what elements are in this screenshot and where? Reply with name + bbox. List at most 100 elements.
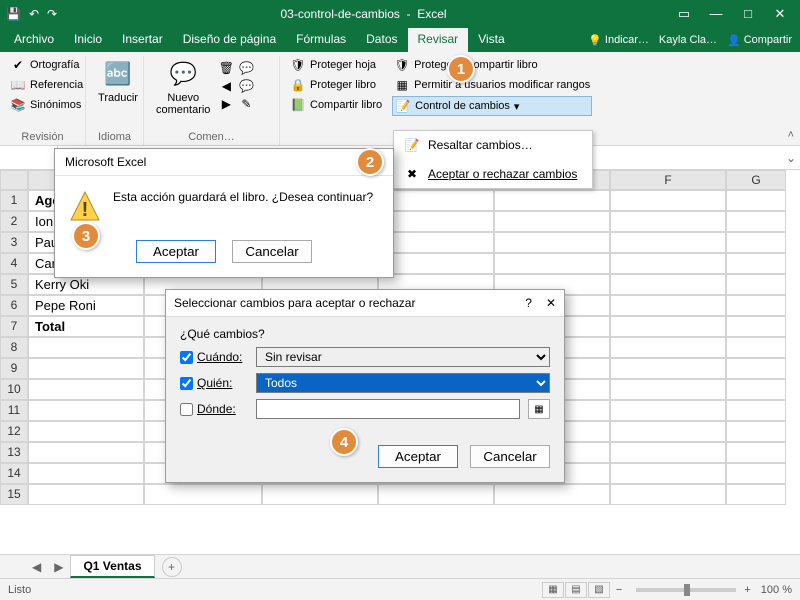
file-name: 03-control-de-cambios [281,7,400,21]
show-comment-icon[interactable]: 💬 [238,60,254,76]
row-header[interactable]: 2 [0,211,28,232]
col-header-f[interactable]: F [610,170,726,190]
protect-share-button[interactable]: 🛡 Proteger y compartir libro [392,56,592,74]
tab-view[interactable]: Vista [468,28,514,52]
row-header[interactable]: 13 [0,442,28,463]
sheet-next-icon[interactable]: ▶ [48,560,69,574]
show-ink-icon[interactable]: ✎ [238,96,254,112]
delete-comment-icon[interactable]: 🗑 [218,60,234,76]
sheet-prev-icon[interactable]: ◀ [26,560,47,574]
when-select[interactable]: Sin revisar [256,347,550,367]
allow-ranges-button[interactable]: ▦Permitir a usuarios modificar rangos [392,76,592,94]
row-header[interactable]: 6 [0,295,28,316]
view-layout-icon[interactable]: ▤ [565,582,587,598]
spelling-button[interactable]: ✔ Ortografía [8,56,85,74]
highlight-changes-item[interactable]: 📝 Resaltar cambios… [394,131,592,159]
spelling-icon: ✔ [10,57,26,73]
save-icon[interactable]: 💾 [6,7,21,21]
zoom-out-icon[interactable]: − [616,584,622,596]
tab-review[interactable]: Revisar [408,28,469,52]
zoom-level[interactable]: 100 % [761,584,792,596]
who-checkbox[interactable]: Quién: [180,376,248,390]
who-label: Quién: [197,376,232,390]
track-changes-button[interactable]: 📝Control de cambios ▾ [392,96,592,116]
redo-icon[interactable]: ↷ [47,7,57,21]
name-box[interactable] [0,146,58,169]
bulb-icon: 💡 [588,34,602,47]
row-header[interactable]: 9 [0,358,28,379]
share-button[interactable]: 👤Compartir [727,34,792,47]
protect-share-label: Proteger y compartir libro [414,59,538,71]
when-checkbox[interactable]: Cuándo: [180,350,248,364]
row-header[interactable]: 11 [0,400,28,421]
cell[interactable]: Total [28,316,144,337]
close-dialog-icon[interactable]: ✕ [546,296,556,310]
row-header[interactable]: 1 [0,190,28,211]
maximize-icon[interactable]: □ [734,6,762,22]
new-comment-label: Nuevo comentario [156,92,210,116]
undo-icon[interactable]: ↶ [29,7,39,21]
translate-button[interactable]: 🔤 Traducir [94,56,142,106]
row-header[interactable]: 7 [0,316,28,337]
expand-formula-icon[interactable]: ⌄ [782,151,800,165]
row-header[interactable]: 12 [0,421,28,442]
new-comment-button[interactable]: 💬 Nuevo comentario [152,56,214,118]
minimize-icon[interactable]: — [702,6,730,22]
tab-layout[interactable]: Diseño de página [173,28,286,52]
thesaurus-icon: 📚 [10,97,26,113]
zoom-in-icon[interactable]: + [744,584,750,596]
row-header[interactable]: 5 [0,274,28,295]
dialog2-accept-button[interactable]: Aceptar [378,445,458,468]
where-checkbox[interactable]: Dónde: [180,402,248,416]
dialog2-cancel-button[interactable]: Cancelar [470,445,550,468]
share-book-button[interactable]: 📗Compartir libro [288,96,384,114]
collapse-ribbon-icon[interactable]: ˄ [788,129,794,141]
view-normal-icon[interactable]: ▦ [542,582,564,598]
tab-data[interactable]: Datos [356,28,407,52]
col-header-g[interactable]: G [726,170,786,190]
accept-reject-item[interactable]: ✖Aceptar o rechazar cambios [394,159,592,188]
accept-button[interactable]: Aceptar [136,240,216,263]
dialog-message: Esta acción guardará el libro. ¿Desea co… [113,190,373,204]
select-changes-dialog: Seleccionar cambios para aceptar o recha… [165,289,565,483]
protect-book-button[interactable]: 🔒Proteger libro [288,76,384,94]
range-picker-icon[interactable]: ▦ [528,399,550,419]
next-comment-icon[interactable]: ▶ [218,96,234,112]
where-input[interactable] [256,399,520,419]
tell-me[interactable]: 💡Indicar… [588,34,649,47]
help-icon[interactable]: ? [525,296,532,310]
ribbon-options-icon[interactable]: ▭ [670,6,698,22]
account-user[interactable]: Kayla Cla… [659,34,717,46]
tab-file[interactable]: Archivo [4,28,64,52]
ranges-icon: ▦ [394,77,410,93]
view-switcher[interactable]: ▦ ▤ ▧ [542,582,610,598]
row-header[interactable]: 8 [0,337,28,358]
show-all-comments-icon[interactable]: 💬 [238,78,254,94]
tab-formulas[interactable]: Fórmulas [286,28,356,52]
sheet-tab[interactable]: Q1 Ventas [70,555,154,578]
row-header[interactable]: 14 [0,463,28,484]
prev-comment-icon[interactable]: ◀ [218,78,234,94]
spelling-label: Ortografía [30,59,80,71]
view-pagebreak-icon[interactable]: ▧ [588,582,610,598]
tab-insert[interactable]: Insertar [112,28,173,52]
protect-share-icon: 🛡 [394,57,410,73]
select-all-corner[interactable] [0,170,28,190]
cell[interactable]: Pepe Roni [28,295,144,316]
thesaurus-button[interactable]: 📚Sinónimos [8,96,85,114]
dialog2-title: Seleccionar cambios para aceptar o recha… [174,296,525,310]
row-header[interactable]: 15 [0,484,28,505]
highlight-changes-label: Resaltar cambios… [428,138,533,152]
row-header[interactable]: 3 [0,232,28,253]
cancel-button[interactable]: Cancelar [232,240,312,263]
reference-button[interactable]: 📖Referencia [8,76,85,94]
add-sheet-button[interactable]: + [162,557,182,577]
close-icon[interactable]: ✕ [766,6,794,22]
zoom-slider[interactable] [636,588,736,592]
row-header[interactable]: 4 [0,253,28,274]
row-header[interactable]: 10 [0,379,28,400]
highlight-icon: 📝 [404,137,420,153]
who-select[interactable]: Todos [256,373,550,393]
tab-home[interactable]: Inicio [64,28,112,52]
protect-sheet-button[interactable]: 🛡Proteger hoja [288,56,384,74]
